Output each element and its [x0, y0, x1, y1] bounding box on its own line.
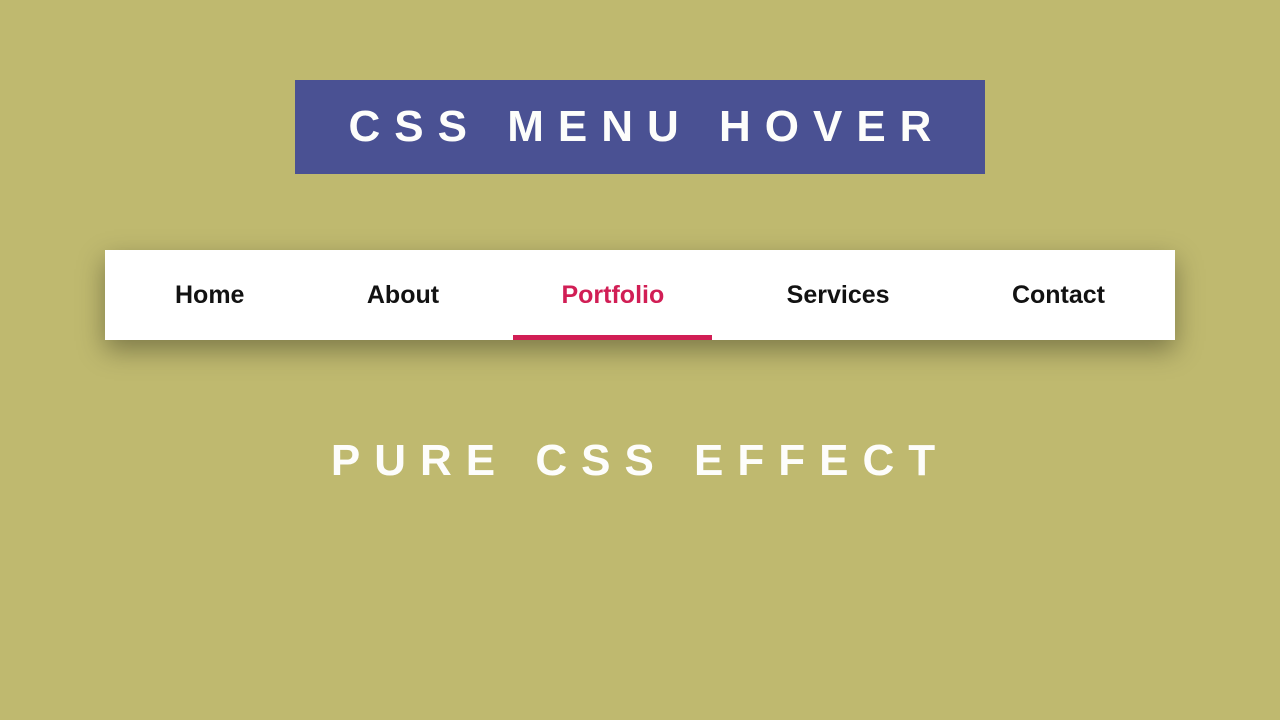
- nav-item-portfolio[interactable]: Portfolio: [551, 250, 674, 340]
- nav-item-services[interactable]: Services: [777, 250, 900, 340]
- title-banner: CSS MENU HOVER: [295, 80, 986, 174]
- subtitle-text: PURE CSS EFFECT: [331, 436, 949, 486]
- main-navbar: Home About Portfolio Services Contact: [105, 250, 1175, 340]
- nav-item-about[interactable]: About: [357, 250, 449, 340]
- nav-item-contact[interactable]: Contact: [1002, 250, 1115, 340]
- nav-item-home[interactable]: Home: [165, 250, 254, 340]
